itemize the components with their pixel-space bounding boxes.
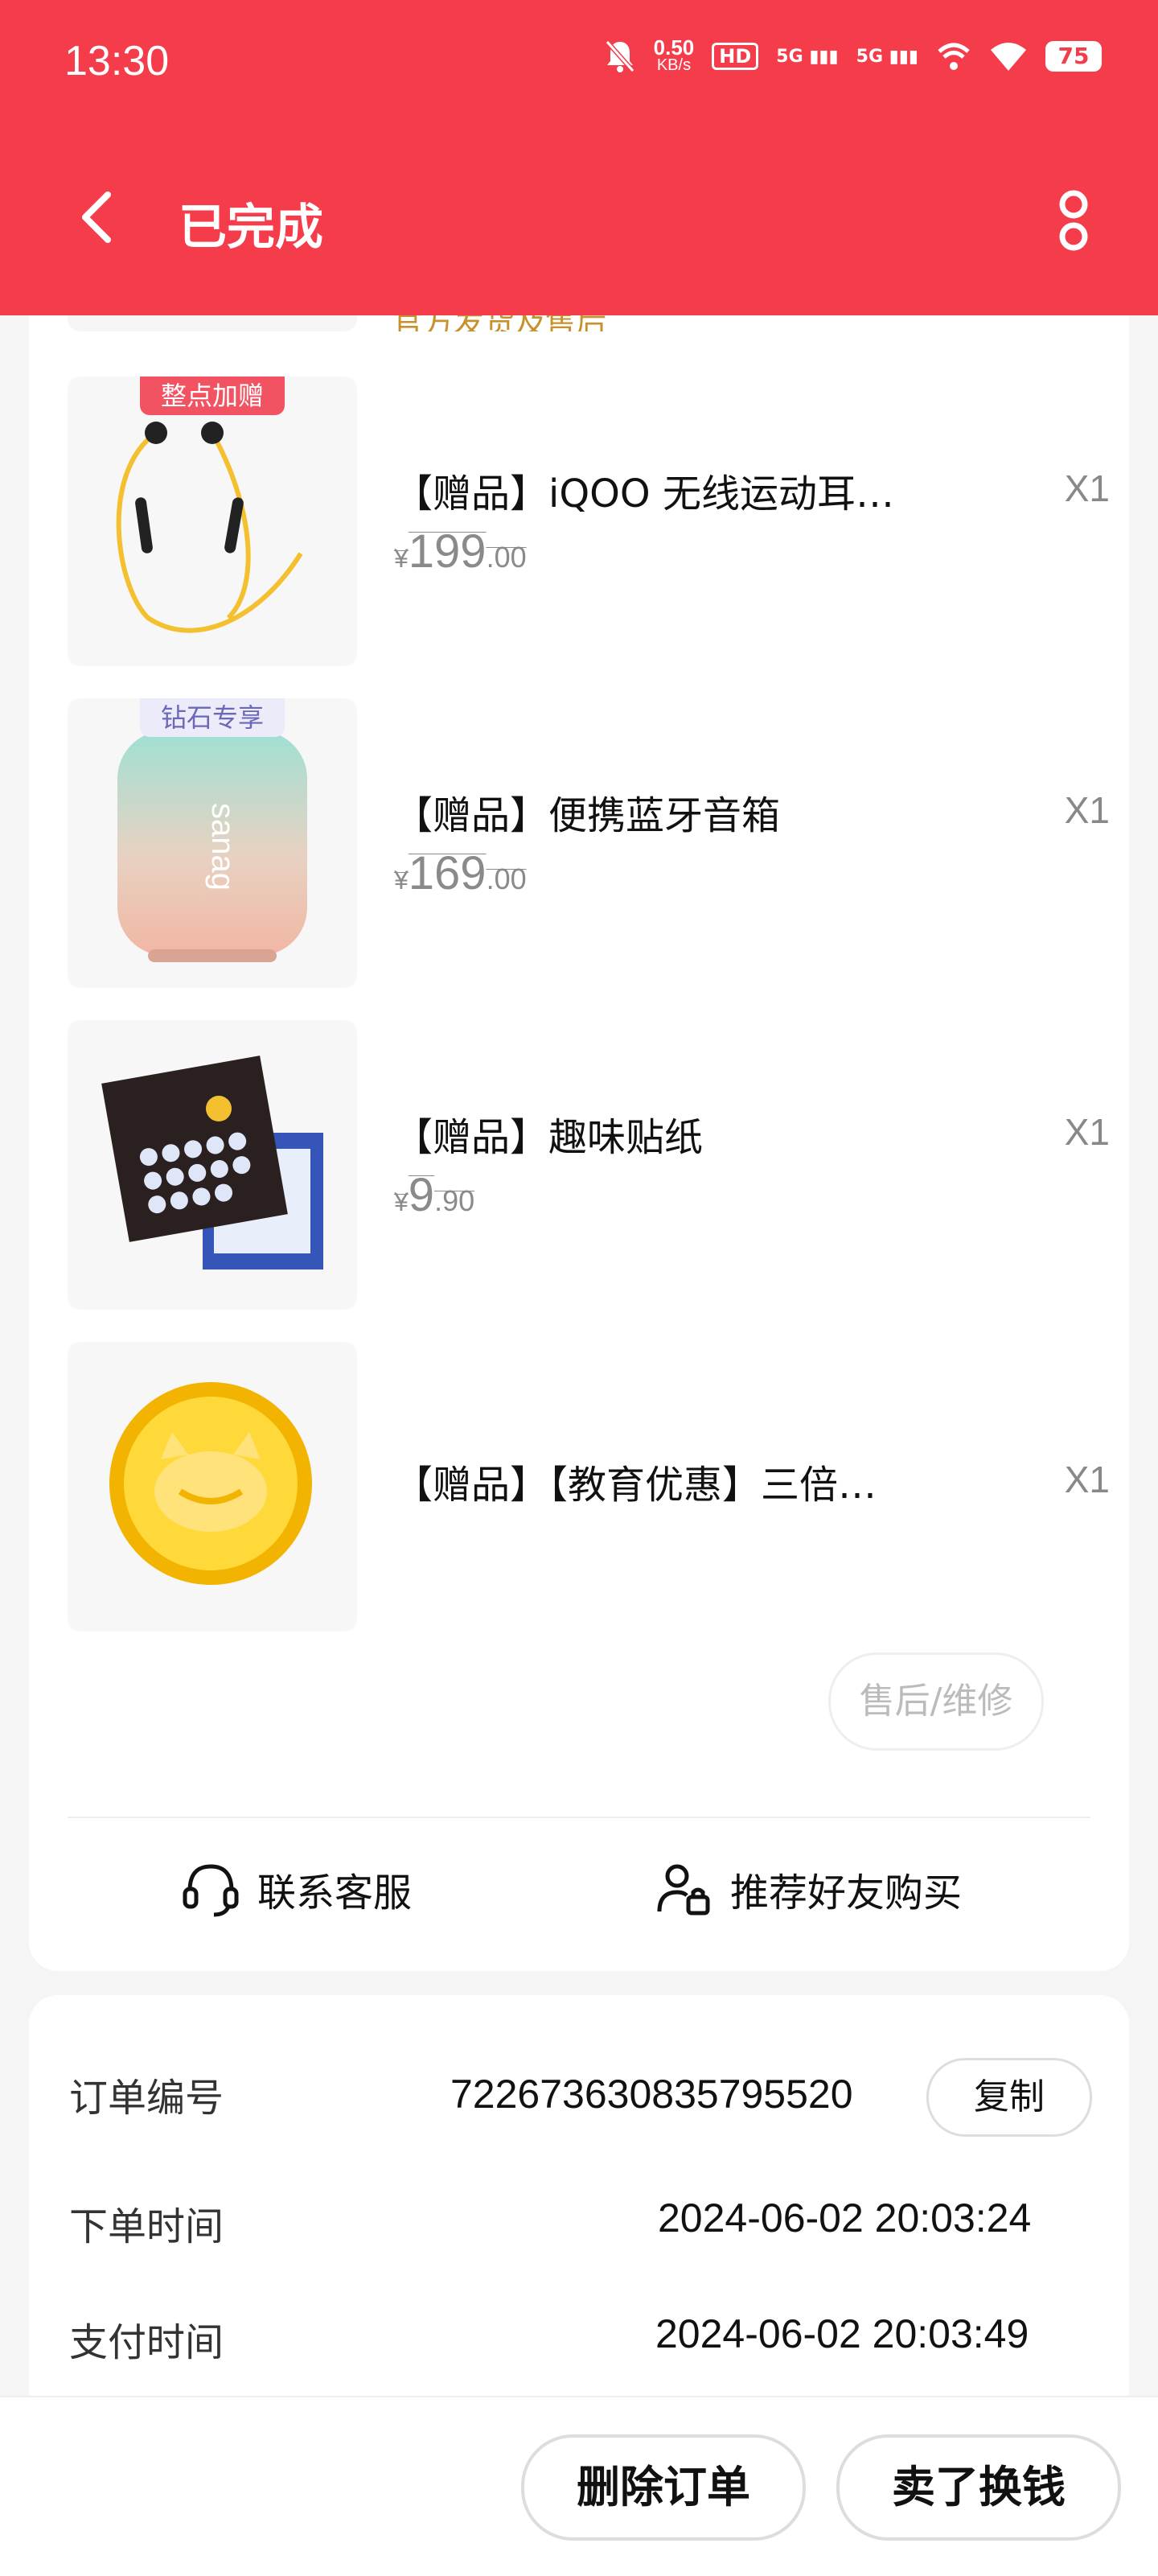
product-item-speaker[interactable]: sanag 钻石专享 【赠品】便携蓝牙音箱 X1 ¥169.00 xyxy=(0,698,1158,988)
previous-item-thumbnail xyxy=(68,315,357,331)
hd-icon: HD xyxy=(712,43,759,70)
product-quantity: X1 xyxy=(1064,467,1110,509)
product-image: 整点加赠 xyxy=(68,377,357,666)
sell-item-button[interactable]: 卖了换钱 xyxy=(836,2434,1121,2541)
product-quantity: X1 xyxy=(1064,1111,1110,1153)
pay-time-value: 2024-06-02 20:03:49 xyxy=(655,2311,1029,2356)
hotspot-icon xyxy=(938,43,970,70)
mute-bell-icon xyxy=(605,40,634,72)
product-item-stickers[interactable]: 【赠品】趣味贴纸 X1 ¥9.90 xyxy=(0,1020,1158,1310)
product-name: 【赠品】【教育优惠】三倍… xyxy=(394,1463,877,1508)
nav-bar: 已完成 xyxy=(0,169,1158,265)
headset-icon xyxy=(183,1864,239,1917)
gold-coin-image xyxy=(109,1382,312,1585)
page-title: 已完成 xyxy=(179,200,323,256)
wifi-icon xyxy=(991,43,1026,71)
promo-badge: 钻石专享 xyxy=(140,698,285,737)
header: 13:30 0.50 KB/s HD 5G ▮▮▮ 5G ▮▮▮ 75 已完成 xyxy=(0,0,1158,315)
order-number-value: 722673630835795520 xyxy=(450,2072,853,2117)
product-item-coin[interactable]: 【赠品】【教育优惠】三倍… X1 xyxy=(0,1342,1158,1632)
product-item-earphones[interactable]: 整点加赠 【赠品】iQOO 无线运动耳… X1 ¥199.00 xyxy=(0,377,1158,666)
order-time-label: 下单时间 xyxy=(69,2204,224,2249)
product-quantity: X1 xyxy=(1064,1459,1110,1500)
status-bar: 13:30 0.50 KB/s HD 5G ▮▮▮ 5G ▮▮▮ 75 xyxy=(0,0,1158,121)
product-original-price: ¥169.00 xyxy=(394,847,527,899)
status-time: 13:30 xyxy=(64,38,170,84)
speaker-brand-print: sanag xyxy=(205,803,240,891)
product-original-price: ¥199.00 xyxy=(394,525,527,578)
order-number-label: 订单编号 xyxy=(69,2076,224,2121)
after-sales-button[interactable]: 售后/维修 xyxy=(828,1652,1044,1751)
product-image xyxy=(68,1020,357,1310)
signal-icon-1: 5G ▮▮▮ xyxy=(776,46,839,67)
product-quantity: X1 xyxy=(1064,789,1110,831)
net-speed: 0.50 KB/s xyxy=(653,35,695,74)
more-options-icon[interactable] xyxy=(1045,185,1102,257)
order-time-value: 2024-06-02 20:03:24 xyxy=(658,2195,1032,2241)
status-icons: 0.50 KB/s HD 5G ▮▮▮ 5G ▮▮▮ 75 xyxy=(604,35,1102,74)
earphones-image xyxy=(116,422,303,633)
contact-service-label: 联系客服 xyxy=(257,1870,413,1916)
recommend-friend-label: 推荐好友购买 xyxy=(730,1870,963,1916)
promo-badge: 整点加赠 xyxy=(140,377,285,415)
product-name: 【赠品】趣味贴纸 xyxy=(394,1115,704,1160)
recommend-friend-button[interactable]: 推荐好友购买 xyxy=(653,1858,962,1920)
signal-icon-2: 5G ▮▮▮ xyxy=(856,46,918,67)
product-image xyxy=(68,1342,357,1632)
back-arrow-icon[interactable] xyxy=(72,188,129,245)
battery-icon: 75 xyxy=(1045,41,1102,72)
stickers-image xyxy=(101,1056,323,1269)
delete-order-button[interactable]: 删除订单 xyxy=(521,2434,806,2541)
product-name: 【赠品】便携蓝牙音箱 xyxy=(394,793,781,838)
product-name: 【赠品】iQOO 无线运动耳… xyxy=(394,471,894,516)
product-original-price: ¥9.90 xyxy=(394,1169,475,1221)
product-image: sanag 钻石专享 xyxy=(68,698,357,988)
divider xyxy=(68,1817,1090,1818)
copy-button[interactable]: 复制 xyxy=(926,2058,1092,2137)
user-share-icon xyxy=(657,1864,710,1916)
speaker-image: sanag xyxy=(117,730,307,962)
pay-time-label: 支付时间 xyxy=(69,2320,224,2365)
contact-service-button[interactable]: 联系客服 xyxy=(180,1858,412,1920)
bottom-action-bar: 删除订单 卖了换钱 xyxy=(0,2396,1158,2576)
